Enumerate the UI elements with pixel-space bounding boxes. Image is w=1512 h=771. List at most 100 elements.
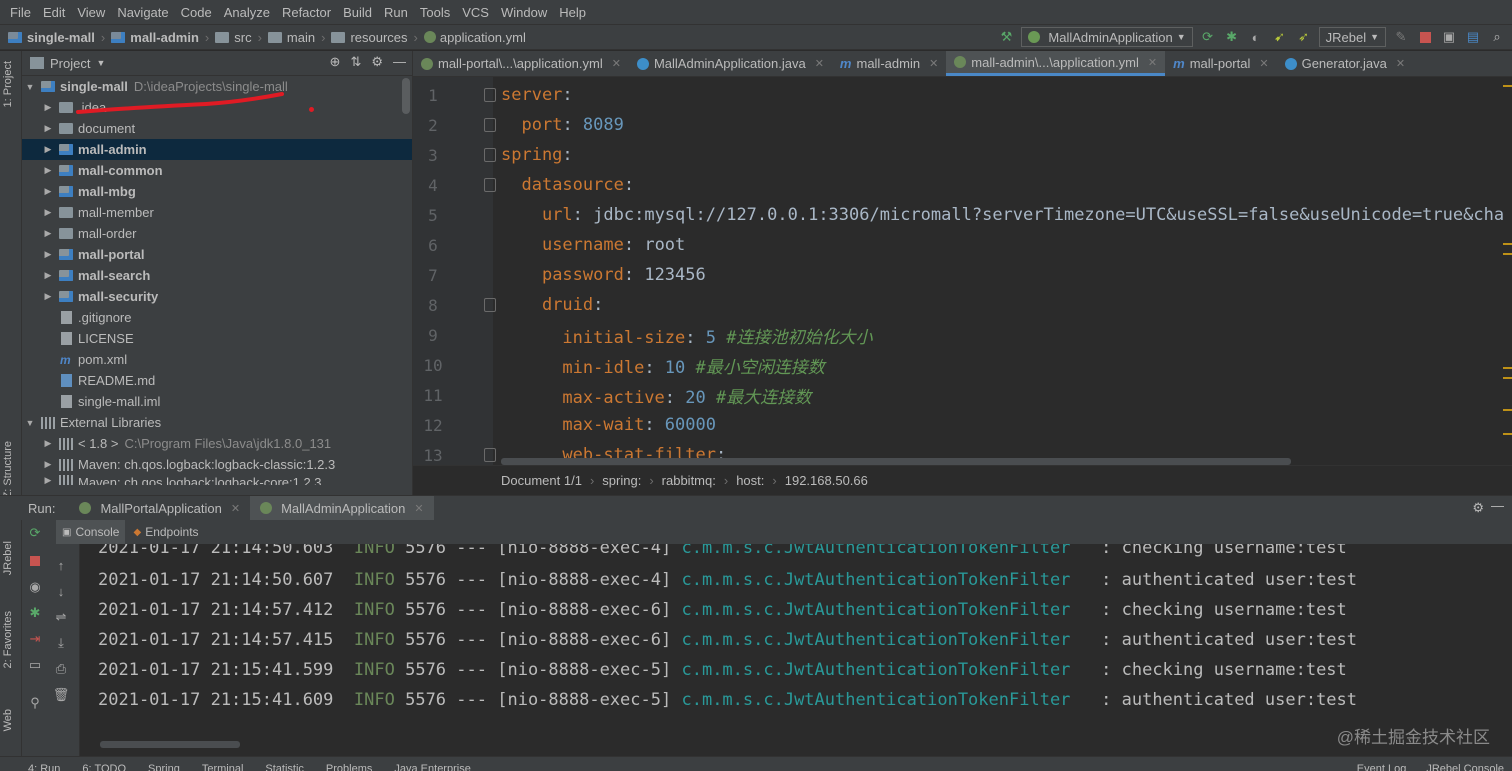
locate-target-icon[interactable]: ⊕ bbox=[330, 54, 341, 70]
pin-icon[interactable]: ⚲ bbox=[26, 694, 44, 712]
jrebel-debug-icon[interactable]: ➶ bbox=[1295, 28, 1313, 46]
breadcrumb-project[interactable]: single-mall › bbox=[8, 30, 105, 45]
soft-wrap-icon[interactable]: ⇌ bbox=[52, 608, 70, 626]
collapsed-arrow-icon[interactable]: ▶ bbox=[42, 228, 54, 239]
tab-generator-java[interactable]: Generator.java ✕ bbox=[1277, 51, 1414, 76]
stripe-marker[interactable] bbox=[1503, 367, 1512, 369]
dropdown-arrow-icon[interactable]: ▼ bbox=[96, 58, 105, 68]
breadcrumb-resources[interactable]: resources › bbox=[331, 30, 418, 45]
collapsed-arrow-icon[interactable]: ▶ bbox=[42, 123, 54, 134]
tool-tab-spring[interactable]: Spring bbox=[148, 763, 180, 771]
fold-marker-icon[interactable] bbox=[484, 88, 496, 102]
fold-end-icon[interactable] bbox=[484, 118, 496, 132]
collapsed-arrow-icon[interactable]: ▶ bbox=[42, 102, 54, 113]
tree-item-pom[interactable]: m pom.xml bbox=[22, 349, 412, 370]
fold-marker-icon[interactable] bbox=[484, 148, 496, 162]
menu-file[interactable]: File bbox=[4, 5, 37, 20]
console-horizontal-scrollbar[interactable] bbox=[100, 741, 240, 748]
tree-item-idea[interactable]: ▶ .idea bbox=[22, 97, 412, 118]
tool-tab-favorites[interactable]: 2: Favorites bbox=[2, 611, 14, 668]
tree-item-gitignore[interactable]: .gitignore bbox=[22, 307, 412, 328]
tool-tab-problems[interactable]: Problems bbox=[326, 763, 372, 771]
breadcrumb-module[interactable]: mall-admin › bbox=[111, 30, 209, 45]
close-icon[interactable]: ✕ bbox=[815, 57, 824, 70]
tool-tab-java-enterprise[interactable]: Java Enterprise bbox=[394, 763, 470, 771]
tree-item-mall-portal[interactable]: ▶ mall-portal bbox=[22, 244, 412, 265]
tree-item-mall-mbg[interactable]: ▶ mall-mbg bbox=[22, 181, 412, 202]
menu-build[interactable]: Build bbox=[337, 5, 378, 20]
menu-view[interactable]: View bbox=[71, 5, 111, 20]
tree-item-mall-common[interactable]: ▶ mall-common bbox=[22, 160, 412, 181]
tool-tab-event-log[interactable]: Event Log bbox=[1357, 763, 1407, 771]
coverage-icon[interactable]: ◐ bbox=[1247, 28, 1265, 46]
menu-tools[interactable]: Tools bbox=[414, 5, 456, 20]
collapsed-arrow-icon[interactable]: ▶ bbox=[42, 459, 54, 470]
stop-icon[interactable] bbox=[1416, 28, 1434, 46]
tree-lib-logback-core[interactable]: ▶ Maven: ch.qos.logback:logback-core:1.2… bbox=[22, 475, 412, 485]
collapsed-arrow-icon[interactable]: ▶ bbox=[42, 207, 54, 218]
stripe-marker[interactable] bbox=[1503, 253, 1512, 255]
stripe-marker[interactable] bbox=[1503, 433, 1512, 435]
tree-root[interactable]: ▼ single-mall D:\ideaProjects\single-mal… bbox=[22, 76, 412, 97]
menu-code[interactable]: Code bbox=[175, 5, 218, 20]
expand-arrow-icon[interactable]: ▼ bbox=[24, 418, 36, 428]
fold-marker-icon[interactable] bbox=[484, 298, 496, 312]
run-tab-mall-admin[interactable]: MallAdminApplication ✕ bbox=[250, 495, 434, 521]
debug-bug-icon[interactable]: ✱ bbox=[1223, 28, 1241, 46]
stop-icon[interactable] bbox=[26, 552, 44, 570]
translate-icon[interactable]: ▤ bbox=[1464, 28, 1482, 46]
collapsed-arrow-icon[interactable]: ▶ bbox=[42, 438, 54, 449]
tool-tab-run[interactable]: 4: Run bbox=[28, 763, 60, 771]
rerun-icon[interactable]: ⟳ bbox=[26, 524, 44, 542]
tool-tab-structure[interactable]: Z: Structure bbox=[2, 441, 14, 498]
collapsed-arrow-icon[interactable]: ▶ bbox=[42, 270, 54, 281]
tool-tab-statistic[interactable]: Statistic bbox=[265, 763, 304, 771]
collapsed-arrow-icon[interactable]: ▶ bbox=[42, 165, 54, 176]
tree-item-mall-security[interactable]: ▶ mall-security bbox=[22, 286, 412, 307]
tab-mall-admin-application-java[interactable]: MallAdminApplication.java ✕ bbox=[629, 51, 832, 76]
collapsed-arrow-icon[interactable]: ▶ bbox=[42, 475, 54, 485]
project-panel-title[interactable]: Project bbox=[50, 56, 90, 71]
tool-tab-jrebel-console[interactable]: JRebel Console bbox=[1426, 763, 1504, 771]
menu-vcs[interactable]: VCS bbox=[456, 5, 495, 20]
trash-icon[interactable]: 🗑 bbox=[52, 686, 70, 704]
collapse-all-icon[interactable]: ⇅ bbox=[350, 54, 361, 70]
tab-mall-admin-pom[interactable]: m mall-admin ✕ bbox=[832, 51, 946, 76]
stripe-marker[interactable] bbox=[1503, 409, 1512, 411]
tool-tab-project[interactable]: 1: Project bbox=[2, 61, 14, 107]
tree-lib-logback-classic[interactable]: ▶ Maven: ch.qos.logback:logback-classic:… bbox=[22, 454, 412, 475]
tool-tab-jrebel[interactable]: JRebel bbox=[2, 541, 14, 575]
tree-item-mall-search[interactable]: ▶ mall-search bbox=[22, 265, 412, 286]
tree-item-mall-member[interactable]: ▶ mall-member bbox=[22, 202, 412, 223]
close-icon[interactable]: ✕ bbox=[414, 502, 423, 515]
code-editor[interactable]: 1 server: 2 port: 8089 3 spring: 4 datas… bbox=[413, 77, 1512, 465]
close-icon[interactable]: ✕ bbox=[1148, 56, 1157, 69]
menu-edit[interactable]: Edit bbox=[37, 5, 71, 20]
exit-icon[interactable]: ⇥ bbox=[26, 630, 44, 648]
breadcrumb-main[interactable]: main › bbox=[267, 30, 325, 45]
menu-analyze[interactable]: Analyze bbox=[218, 5, 276, 20]
project-structure-icon[interactable]: ▣ bbox=[1440, 28, 1458, 46]
jrebel-select[interactable]: JRebel ▼ bbox=[1318, 27, 1386, 47]
gear-icon[interactable]: ⚙ bbox=[371, 54, 383, 70]
stripe-marker[interactable] bbox=[1503, 85, 1512, 87]
tree-item-mall-order[interactable]: ▶ mall-order bbox=[22, 223, 412, 244]
console-output[interactable]: 2021-01-17 21:14:50.603 INFO 5576 --- [n… bbox=[80, 544, 1512, 756]
tree-item-document[interactable]: ▶ document bbox=[22, 118, 412, 139]
tree-external-libraries[interactable]: ▼ External Libraries bbox=[22, 412, 412, 433]
tree-item-iml[interactable]: single-mall.iml bbox=[22, 391, 412, 412]
gear-icon[interactable]: ⚙ bbox=[1472, 500, 1484, 516]
run-tab-mall-portal[interactable]: MallPortalApplication ✕ bbox=[69, 496, 250, 521]
breadcrumb-src[interactable]: src › bbox=[215, 30, 262, 45]
tree-item-mall-admin[interactable]: ▶ mall-admin bbox=[22, 139, 412, 160]
scroll-to-end-icon[interactable]: ⤓ bbox=[52, 634, 70, 652]
close-icon[interactable]: ✕ bbox=[612, 57, 621, 70]
collapsed-arrow-icon[interactable]: ▶ bbox=[42, 291, 54, 302]
tab-mall-portal-application-yml[interactable]: mall-portal\...\application.yml ✕ bbox=[413, 51, 629, 76]
expand-arrow-icon[interactable]: ▼ bbox=[24, 82, 36, 92]
tree-item-readme[interactable]: README.md bbox=[22, 370, 412, 391]
project-scrollbar[interactable] bbox=[402, 78, 410, 114]
fold-marker-icon[interactable] bbox=[484, 178, 496, 192]
minimize-icon[interactable]: — bbox=[393, 54, 406, 70]
menu-help[interactable]: Help bbox=[553, 5, 592, 20]
